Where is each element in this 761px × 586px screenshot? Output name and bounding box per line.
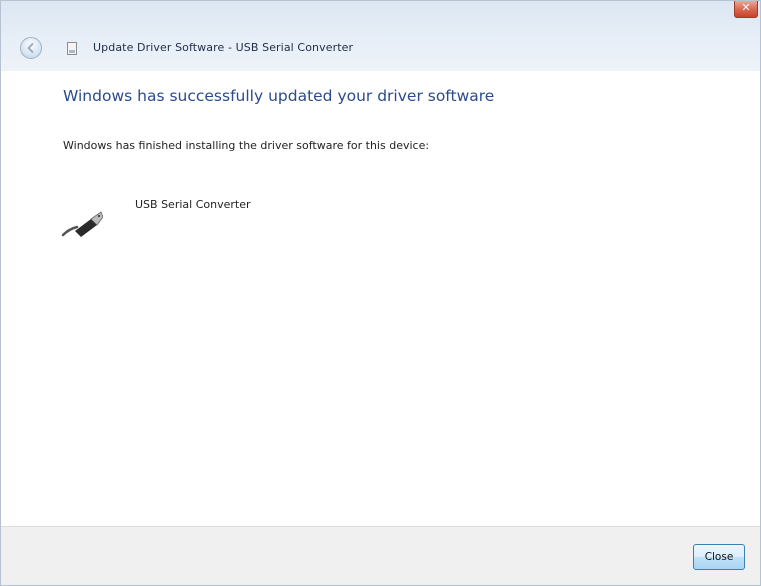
device-name: USB Serial Converter	[135, 198, 251, 211]
content-area: Windows has successfully updated your dr…	[1, 71, 760, 526]
update-driver-window: ✕ Update Driver Software - USB Serial Co…	[0, 0, 761, 586]
close-icon: ✕	[741, 1, 751, 14]
back-arrow-icon	[27, 43, 34, 53]
driver-page-icon	[67, 42, 77, 55]
status-message: Windows has finished installing the driv…	[63, 139, 430, 152]
footer-bar: Close	[1, 526, 760, 585]
title-bar: ✕ Update Driver Software - USB Serial Co…	[1, 1, 760, 71]
window-title: Update Driver Software - USB Serial Conv…	[93, 41, 354, 54]
back-button[interactable]	[20, 37, 42, 59]
window-close-button[interactable]: ✕	[734, 1, 758, 18]
page-heading: Windows has successfully updated your dr…	[63, 87, 495, 105]
close-button[interactable]: Close	[693, 544, 745, 570]
usb-plug-icon	[61, 211, 103, 237]
